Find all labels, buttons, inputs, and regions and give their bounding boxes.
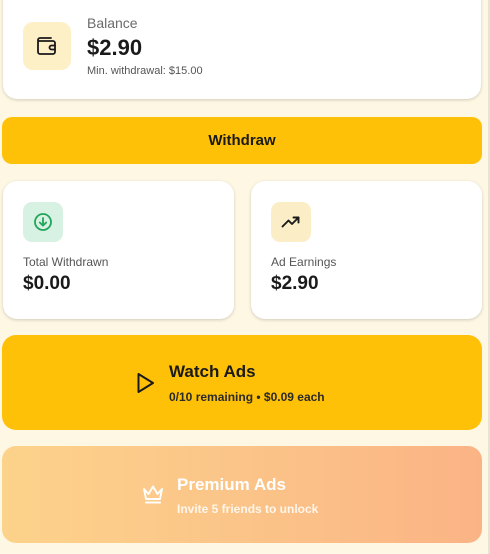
trending-up-icon [271, 202, 311, 242]
premium-ads-subtitle: Invite 5 friends to unlock [177, 502, 319, 516]
crown-icon [143, 485, 163, 504]
balance-label: Balance [87, 15, 138, 31]
withdraw-button-label: Withdraw [208, 132, 276, 149]
play-icon [137, 373, 154, 393]
watch-ads-title: Watch Ads [169, 362, 256, 381]
ad-earnings-card: Ad Earnings $2.90 [251, 181, 482, 319]
withdraw-button[interactable]: Withdraw [2, 117, 482, 164]
wallet-icon [23, 22, 71, 70]
total-withdrawn-value: $0.00 [23, 273, 71, 294]
watch-ads-subtitle: 0/10 remaining • $0.09 each [169, 390, 325, 404]
watch-ads-button[interactable]: Watch Ads 0/10 remaining • $0.09 each [2, 335, 482, 430]
balance-amount: $2.90 [87, 35, 143, 60]
download-circle-icon [23, 202, 63, 242]
ad-earnings-value: $2.90 [271, 273, 319, 294]
balance-card: Balance $2.90 Min. withdrawal: $15.00 [3, 0, 481, 99]
total-withdrawn-label: Total Withdrawn [23, 255, 109, 269]
ad-earnings-label: Ad Earnings [271, 255, 337, 269]
min-withdrawal-text: Min. withdrawal: $15.00 [87, 65, 203, 77]
premium-ads-title: Premium Ads [177, 475, 286, 494]
premium-ads-button[interactable]: Premium Ads Invite 5 friends to unlock [2, 446, 482, 543]
total-withdrawn-card: Total Withdrawn $0.00 [3, 181, 234, 319]
